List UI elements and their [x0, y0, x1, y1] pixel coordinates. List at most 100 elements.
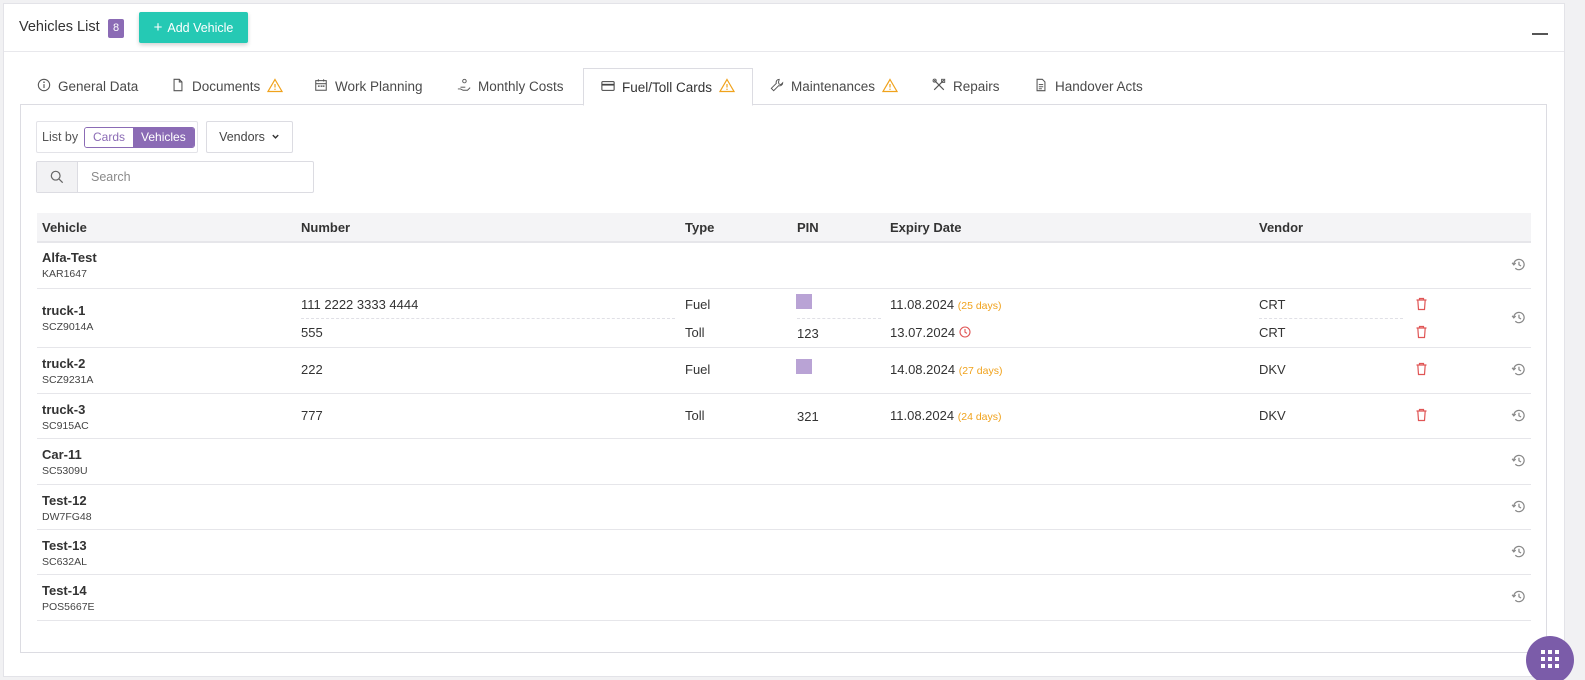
- vehicle-plate: KAR1647: [42, 268, 87, 280]
- trash-icon[interactable]: [1415, 362, 1428, 379]
- file-icon: [1034, 78, 1048, 95]
- hand-coins-icon: [457, 78, 471, 95]
- history-icon[interactable]: [1511, 408, 1526, 426]
- warning-icon: [882, 77, 899, 96]
- card-pin: 321: [797, 409, 819, 424]
- grid-menu-button[interactable]: [1526, 636, 1574, 680]
- list-by-toggle: List by Cards Vehicles: [36, 121, 198, 153]
- table-row: Test-14 POS5667E: [37, 575, 1531, 621]
- vehicle-name[interactable]: Test-13: [42, 538, 87, 553]
- card-number: 111 2222 3333 4444: [301, 297, 419, 312]
- vehicle-name[interactable]: Alfa-Test: [42, 250, 97, 265]
- trash-icon[interactable]: [1415, 297, 1428, 314]
- history-icon[interactable]: [1511, 362, 1526, 380]
- add-vehicle-button[interactable]: + Add Vehicle: [139, 12, 248, 43]
- search-icon[interactable]: [37, 162, 78, 192]
- plus-icon: +: [153, 19, 163, 36]
- vehicle-plate: DW7FG48: [42, 511, 92, 523]
- list-by-vehicles-option[interactable]: Vehicles: [133, 128, 194, 147]
- vehicle-name[interactable]: truck-1: [42, 303, 85, 318]
- table-header: Vehicle Number Type PIN Expiry Date Vend…: [37, 213, 1531, 243]
- vehicle-plate: SCZ9231A: [42, 374, 94, 386]
- card-number: 777: [301, 408, 323, 423]
- card-expiry: 14.08.2024 (27 days): [890, 362, 1002, 377]
- page-title: Vehicles List: [19, 19, 100, 35]
- wrench-icon: [770, 78, 784, 95]
- pin-hidden-indicator[interactable]: [796, 294, 812, 309]
- tab-handover-acts[interactable]: Handover Acts: [1034, 68, 1143, 105]
- tab-general-data[interactable]: General Data: [37, 68, 138, 105]
- table-row: truck-3 SC915AC 777 Toll 321 11.08.2024 (24 d…: [37, 394, 1531, 439]
- table-row: Test-13 SC632AL: [37, 530, 1531, 575]
- vehicle-count-badge: 8: [108, 19, 124, 38]
- search-input[interactable]: [78, 162, 308, 192]
- search-box: [36, 161, 314, 193]
- history-icon[interactable]: [1511, 310, 1526, 328]
- add-vehicle-label: Add Vehicle: [167, 20, 234, 35]
- pin-hidden-indicator[interactable]: [796, 359, 812, 374]
- vehicle-plate: SCZ9014A: [42, 321, 94, 333]
- vehicle-name[interactable]: truck-3: [42, 402, 85, 417]
- card-number: 222: [301, 362, 323, 377]
- tab-label: Work Planning: [335, 79, 423, 94]
- tab-label: Documents: [192, 79, 261, 94]
- tab-repairs[interactable]: Repairs: [932, 68, 1000, 105]
- col-expiry-date: Expiry Date: [890, 220, 962, 235]
- history-icon[interactable]: [1511, 453, 1526, 471]
- tab-maintenances[interactable]: Maintenances: [770, 68, 899, 105]
- card-expiry: 11.08.2024 (24 days): [890, 408, 1002, 423]
- vehicle-plate: SC915AC: [42, 420, 89, 432]
- info-icon: [37, 78, 51, 95]
- expiry-date: 13.07.2024: [890, 325, 956, 340]
- card-vendor: DKV: [1259, 408, 1286, 423]
- vendors-dropdown[interactable]: Vendors: [206, 121, 293, 153]
- collapse-icon[interactable]: [1532, 33, 1548, 35]
- vehicles-panel: Vehicles List 8 + Add Vehicle General Da…: [3, 3, 1565, 677]
- days-remaining: (27 days): [958, 365, 1003, 377]
- vendors-label: Vendors: [219, 130, 265, 144]
- calendar-icon: [314, 78, 328, 95]
- tab-label: General Data: [58, 79, 139, 94]
- tab-label: Fuel/Toll Cards: [622, 79, 713, 95]
- clock-icon: [959, 326, 971, 341]
- chevron-down-icon: [271, 130, 280, 144]
- card-type: Fuel: [685, 297, 711, 312]
- days-remaining: (24 days): [957, 411, 1002, 423]
- col-number: Number: [301, 220, 351, 235]
- trash-icon[interactable]: [1415, 325, 1428, 342]
- tab-bar: General Data Documents Work Planning Mon…: [21, 68, 1549, 106]
- card-expiry: 11.08.2024 (25 days): [890, 297, 1002, 312]
- list-by-segmented-control: Cards Vehicles: [84, 127, 195, 148]
- vehicle-name[interactable]: Car-11: [42, 447, 82, 462]
- col-type: Type: [685, 220, 715, 235]
- card-vendor: CRT: [1259, 325, 1286, 340]
- history-icon[interactable]: [1511, 257, 1526, 275]
- tab-documents[interactable]: Documents: [171, 68, 284, 105]
- card-separator: [301, 318, 675, 319]
- col-pin: PIN: [797, 220, 819, 235]
- card-pin: 123: [797, 326, 819, 341]
- history-icon[interactable]: [1511, 499, 1526, 517]
- card-vendor: CRT: [1259, 297, 1286, 312]
- card-expiry: 13.07.2024: [890, 325, 971, 341]
- history-icon[interactable]: [1511, 544, 1526, 562]
- vehicle-name[interactable]: Test-14: [42, 583, 87, 598]
- list-by-cards-option[interactable]: Cards: [85, 128, 134, 147]
- credit-card-icon: [601, 79, 615, 96]
- history-icon[interactable]: [1511, 589, 1526, 607]
- tab-fuel-toll-cards[interactable]: Fuel/Toll Cards: [583, 68, 754, 106]
- trash-icon[interactable]: [1415, 408, 1428, 425]
- vehicle-name[interactable]: truck-2: [42, 356, 85, 371]
- vehicle-name[interactable]: Test-12: [42, 493, 87, 508]
- tab-content: List by Cards Vehicles Vendors Vehicle N…: [20, 104, 1547, 653]
- vehicle-plate: SC632AL: [42, 556, 87, 568]
- tab-work-planning[interactable]: Work Planning: [314, 68, 423, 105]
- card-separator: [1259, 318, 1403, 319]
- tab-label: Handover Acts: [1055, 79, 1143, 94]
- list-by-label: List by: [42, 130, 79, 144]
- tab-monthly-costs[interactable]: Monthly Costs: [457, 68, 564, 105]
- vehicle-plate: SC5309U: [42, 465, 88, 477]
- table-body: Alfa-Test KAR1647 truck-1 SCZ9014A 111 2222 …: [37, 243, 1531, 621]
- tab-label: Repairs: [953, 79, 1000, 94]
- tools-icon: [932, 78, 946, 95]
